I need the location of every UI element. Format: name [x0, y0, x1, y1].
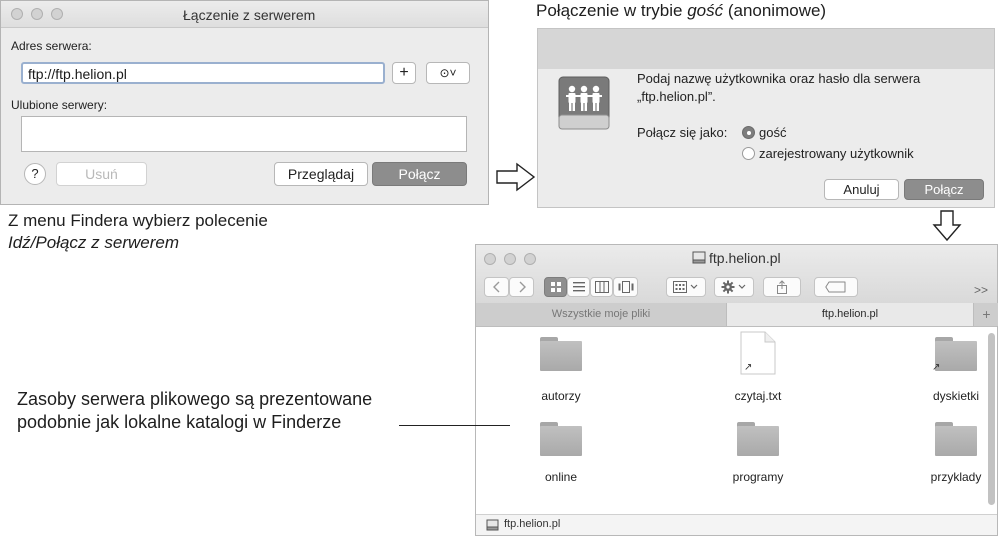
guest-dialog-heading: Połączenie w trybie gość (anonimowe) — [536, 1, 826, 21]
folder-item[interactable]: ↗ dyskietki — [896, 337, 998, 407]
zoom-window-button[interactable] — [51, 8, 63, 20]
network-volume-icon — [692, 251, 706, 264]
help-button[interactable]: ? — [24, 163, 46, 185]
favorite-servers-list[interactable] — [21, 116, 467, 152]
alias-arrow-icon: ↗ — [932, 362, 941, 373]
guest-radio[interactable] — [742, 126, 755, 139]
tab-ftp-helion[interactable]: ftp.helion.pl — [727, 303, 973, 326]
folder-icon — [737, 422, 779, 456]
guest-login-dialog: Podaj nazwę użytkownika oraz hasło dla s… — [537, 28, 995, 208]
arrange-button[interactable] — [666, 277, 706, 297]
arrange-grid-icon — [673, 281, 698, 293]
action-button[interactable] — [714, 277, 754, 297]
connect-as-label: Połącz się jako: — [637, 125, 728, 140]
folder-icon — [935, 337, 977, 371]
column-view-button[interactable] — [590, 277, 613, 297]
close-window-button[interactable] — [11, 8, 23, 20]
path-bar: ftp.helion.pl — [476, 514, 997, 535]
pointer-line — [399, 425, 510, 426]
file-name: autorzy — [541, 389, 581, 403]
grid-icon — [550, 282, 561, 292]
title-bar: Łączenie z serwerem — [1, 1, 488, 28]
guest-radio-label[interactable]: gość — [759, 125, 786, 140]
folder-icon — [540, 337, 582, 371]
cover-flow-button[interactable] — [613, 277, 638, 297]
toolbar-overflow-button[interactable]: >> — [974, 283, 988, 297]
share-icon — [777, 280, 787, 294]
list-icon — [572, 282, 585, 292]
browse-button[interactable]: Przeglądaj — [274, 162, 368, 186]
file-name: czytaj.txt — [734, 389, 782, 403]
share-button[interactable] — [763, 277, 801, 297]
dialog-title-area — [538, 29, 994, 69]
folder-item[interactable]: przyklady — [896, 422, 998, 488]
finder-title: ftp.helion.pl — [709, 250, 781, 266]
caption-left-line2: Idź/Połącz z serwerem — [8, 233, 179, 252]
cancel-button[interactable]: Anuluj — [824, 179, 899, 200]
window-title: Łączenie z serwerem — [183, 7, 316, 23]
finder-minimize-button[interactable] — [504, 253, 516, 265]
file-item[interactable]: ↗ czytaj.txt — [698, 330, 818, 407]
folder-item[interactable]: online — [501, 422, 621, 488]
registered-user-radio[interactable] — [742, 147, 755, 160]
tab-all-my-files[interactable]: Wszystkie moje pliki — [476, 303, 727, 326]
chevron-right-icon — [519, 281, 526, 293]
add-favorite-button[interactable]: + — [392, 62, 416, 84]
favorite-servers-label: Ulubione serwery: — [11, 98, 108, 112]
guest-connect-button[interactable]: Połącz — [904, 179, 984, 200]
finder-tab-bar: Wszystkie moje pliki ftp.helion.pl + — [476, 303, 998, 327]
server-address-input[interactable]: ftp://ftp.helion.pl — [21, 62, 385, 84]
forward-button[interactable] — [509, 277, 534, 297]
list-view-button[interactable] — [567, 277, 590, 297]
alias-arrow-icon: ↗ — [744, 362, 753, 373]
registered-user-radio-label[interactable]: zarejestrowany użytkownik — [759, 146, 914, 161]
chevron-left-icon — [492, 281, 499, 293]
heading-suffix: (anonimowe) — [723, 1, 827, 20]
folder-icon — [540, 422, 582, 456]
caption-bottom-line2: podobnie jak lokalne katalogi w Finderze — [17, 412, 342, 432]
file-name: programy — [732, 470, 784, 484]
icon-view-button[interactable] — [544, 277, 567, 297]
file-name: online — [544, 470, 578, 484]
columns-icon — [594, 281, 609, 293]
connect-to-server-window: Łączenie z serwerem Adres serwera: ftp:/… — [0, 0, 489, 205]
minimize-window-button[interactable] — [31, 8, 43, 20]
folder-icon — [935, 422, 977, 456]
gear-icon — [721, 280, 746, 294]
caption-bottom-line1: Zasoby serwera plikowego są prezentowane — [17, 389, 373, 409]
tag-icon — [825, 281, 846, 293]
finder-zoom-button[interactable] — [524, 253, 536, 265]
auth-message-line1: Podaj nazwę użytkownika oraz hasło dla s… — [637, 71, 921, 86]
file-name: przyklady — [930, 470, 982, 484]
connect-button[interactable]: Połącz — [372, 162, 467, 186]
shared-server-icon — [558, 76, 610, 130]
path-bar-label[interactable]: ftp.helion.pl — [504, 518, 560, 530]
file-name: dyskietki — [932, 389, 979, 403]
right-arrow-icon — [496, 162, 536, 192]
folder-item[interactable]: autorzy — [501, 337, 621, 407]
remove-button[interactable]: Usuń — [56, 162, 147, 186]
cover-flow-icon — [618, 281, 633, 293]
tags-button[interactable] — [814, 277, 858, 297]
server-address-label: Adres serwera: — [11, 39, 92, 53]
server-address-value: ftp://ftp.helion.pl — [28, 66, 127, 82]
caption-left-line1: Z menu Findera wybierz polecenie — [8, 211, 268, 230]
heading-prefix: Połączenie w trybie — [536, 1, 688, 20]
finder-close-button[interactable] — [484, 253, 496, 265]
back-button[interactable] — [484, 277, 509, 297]
network-volume-icon — [486, 519, 499, 531]
heading-guest-word: gość — [687, 1, 724, 20]
recent-servers-button[interactable]: ⊙˅ — [426, 62, 470, 84]
finder-window: ftp.helion.pl >> Wszystkie moje pliki ft… — [475, 244, 998, 536]
folder-item[interactable]: programy — [698, 422, 818, 488]
vertical-scrollbar[interactable] — [988, 333, 995, 505]
new-tab-button[interactable]: + — [973, 303, 998, 326]
down-arrow-icon — [932, 210, 962, 242]
finder-toolbar: ftp.helion.pl >> — [476, 245, 997, 304]
auth-message-line2: „ftp.helion.pl”. — [637, 89, 716, 104]
